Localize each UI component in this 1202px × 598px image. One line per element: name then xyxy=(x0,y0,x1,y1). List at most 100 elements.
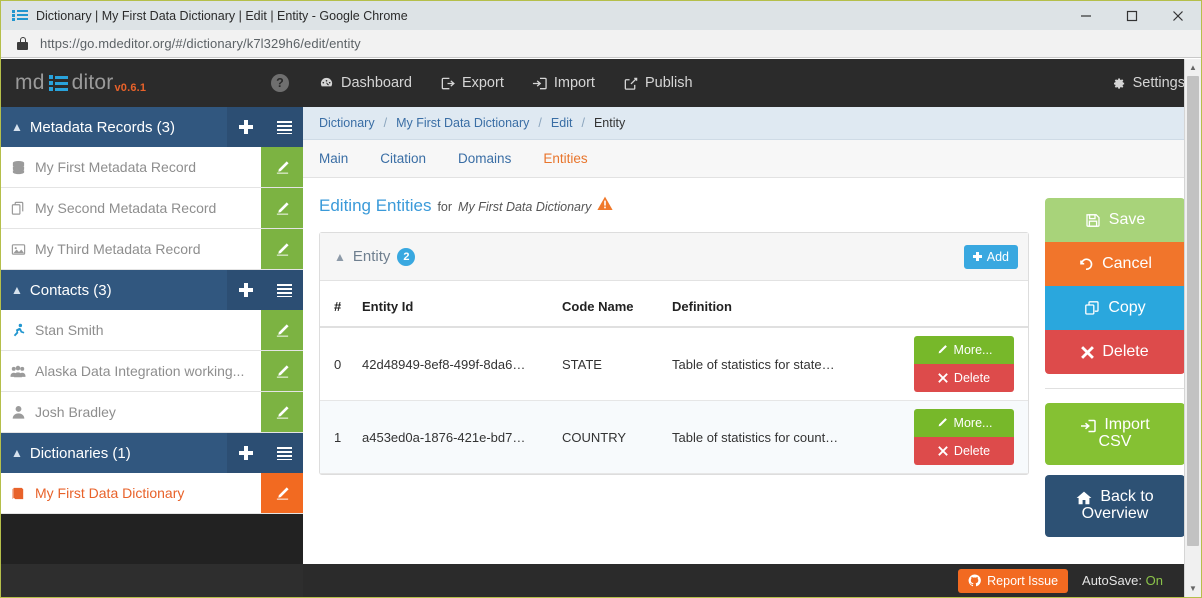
image-icon xyxy=(1,242,35,257)
autosave-status: AutoSave: On xyxy=(1082,573,1163,588)
sidebar-item-josh-bradley[interactable]: Josh Bradley xyxy=(1,392,303,433)
sidebar-item-alaska-data-integration[interactable]: Alaska Data Integration working... xyxy=(1,351,303,392)
edit-contact-button[interactable] xyxy=(261,310,303,350)
add-dictionary-button[interactable] xyxy=(227,433,265,473)
chevron-up-icon: ▲ xyxy=(11,120,23,134)
address-bar[interactable]: https://go.mdeditor.org/#/dictionary/k7l… xyxy=(1,30,1201,58)
breadcrumb-separator: / xyxy=(581,116,585,130)
nav-import[interactable]: Import xyxy=(532,75,595,91)
list-contacts-button[interactable] xyxy=(265,270,303,310)
back-overview-line1: Back to xyxy=(1076,488,1154,506)
entity-table-head: # Entity Id Code Name Definition xyxy=(320,281,1028,328)
sidebar-item-my-third-metadata-record[interactable]: My Third Metadata Record xyxy=(1,229,303,270)
nav-dashboard[interactable]: Dashboard xyxy=(319,75,412,91)
sidebar-item-stan-smith[interactable]: Stan Smith xyxy=(1,310,303,351)
secondary-action-group: Import CSV Back to Overview xyxy=(1045,403,1185,537)
x-icon xyxy=(1081,345,1095,359)
tab-bar: Main Citation Domains Entities xyxy=(303,140,1201,178)
table-row[interactable]: 0 42d48949-8ef8-499f-8da6… STATE Table o… xyxy=(320,327,1028,401)
entity-panel-title-group[interactable]: ▲ Entity 2 xyxy=(334,247,416,266)
list-icon xyxy=(48,74,68,92)
delete-row-button[interactable]: Delete xyxy=(914,437,1014,465)
nav-settings[interactable]: Settings xyxy=(1111,75,1185,91)
sidebar-item-my-first-data-dictionary[interactable]: My First Data Dictionary xyxy=(1,473,303,514)
edit-metadata-record-button[interactable] xyxy=(261,229,303,269)
minimize-icon[interactable] xyxy=(1063,1,1109,30)
edit-contact-button[interactable] xyxy=(261,392,303,432)
cancel-label: Cancel xyxy=(1102,254,1152,272)
copy-button[interactable]: Copy xyxy=(1045,286,1185,330)
edit-contact-button[interactable] xyxy=(261,351,303,391)
page-title-target: My First Data Dictionary xyxy=(458,200,592,214)
add-metadata-record-button[interactable] xyxy=(227,107,265,147)
sidebar-footer xyxy=(1,564,303,597)
sidebar-empty-space xyxy=(1,514,303,564)
delete-row-button[interactable]: Delete xyxy=(914,364,1014,392)
sidebar-item-label: Stan Smith xyxy=(35,322,104,338)
scroll-down-icon[interactable]: ▼ xyxy=(1185,580,1201,597)
cancel-button[interactable]: Cancel xyxy=(1045,242,1185,286)
edit-dictionary-button[interactable] xyxy=(261,473,303,513)
tab-citation[interactable]: Citation xyxy=(380,151,426,166)
report-issue-button[interactable]: Report Issue xyxy=(958,568,1069,593)
add-entity-button[interactable]: Add xyxy=(963,244,1018,269)
import-icon xyxy=(532,76,547,91)
delete-button[interactable]: Delete xyxy=(1045,330,1185,374)
close-icon[interactable] xyxy=(1155,1,1201,30)
save-button[interactable]: Save xyxy=(1045,198,1185,242)
pencil-icon xyxy=(936,417,948,429)
page-title: Editing Entities for My First Data Dicti… xyxy=(319,196,1029,216)
edit-metadata-record-button[interactable] xyxy=(261,188,303,228)
cell-actions: More... Delete xyxy=(906,400,1028,474)
entity-panel: ▲ Entity 2 Add # Entity Id Code Name Def… xyxy=(319,232,1029,475)
sidebar-item-my-first-metadata-record[interactable]: My First Metadata Record xyxy=(1,147,303,188)
import-icon xyxy=(1080,418,1097,434)
breadcrumb-item-my-first-data-dictionary[interactable]: My First Data Dictionary xyxy=(396,116,529,130)
sidebar-item-label: My Third Metadata Record xyxy=(35,241,201,257)
question-mark-icon[interactable]: ? xyxy=(271,74,289,92)
group-icon xyxy=(1,364,35,379)
sidebar-group-dictionaries[interactable]: ▲ Dictionaries (1) xyxy=(1,433,303,473)
nav-export[interactable]: Export xyxy=(440,75,504,91)
cell-num: 0 xyxy=(320,327,354,401)
plus-icon xyxy=(239,120,253,134)
more-label: More... xyxy=(953,343,993,357)
cell-code-name: STATE xyxy=(554,327,664,401)
tab-title: Dictionary | My First Data Dictionary | … xyxy=(36,8,408,23)
tab-main[interactable]: Main xyxy=(319,151,348,166)
page-scrollbar[interactable]: ▲ ▼ xyxy=(1184,59,1201,597)
list-metadata-records-button[interactable] xyxy=(265,107,303,147)
entity-panel-title: Entity xyxy=(352,248,391,265)
scrollbar-track[interactable] xyxy=(1185,76,1201,580)
sidebar-item-label: My First Data Dictionary xyxy=(35,485,185,501)
app-brand: md ditor v0.6.1 ? xyxy=(1,59,303,107)
column-header-definition: Definition xyxy=(664,281,906,328)
table-row[interactable]: 1 a453ed0a-1876-421e-bd7… COUNTRY Table … xyxy=(320,400,1028,474)
sidebar-item-my-second-metadata-record[interactable]: My Second Metadata Record xyxy=(1,188,303,229)
tab-entities[interactable]: Entities xyxy=(543,151,587,166)
tab-domains[interactable]: Domains xyxy=(458,151,511,166)
sidebar-group-contacts[interactable]: ▲ Contacts (3) xyxy=(1,270,303,310)
status-bar: Report Issue AutoSave: On xyxy=(303,564,1201,597)
breadcrumb-item-edit[interactable]: Edit xyxy=(551,116,573,130)
more-button[interactable]: More... xyxy=(914,336,1014,364)
scroll-up-icon[interactable]: ▲ xyxy=(1185,59,1201,76)
nav-publish[interactable]: Publish xyxy=(623,75,693,91)
person-icon xyxy=(1,405,35,420)
list-dictionaries-button[interactable] xyxy=(265,433,303,473)
scrollbar-thumb[interactable] xyxy=(1187,76,1199,546)
more-button[interactable]: More... xyxy=(914,409,1014,437)
edit-metadata-record-button[interactable] xyxy=(261,147,303,187)
breadcrumb-item-dictionary[interactable]: Dictionary xyxy=(319,116,375,130)
sidebar-group-title: Contacts (3) xyxy=(29,281,112,299)
column-header-entity-id: Entity Id xyxy=(354,281,554,328)
autosave-value: On xyxy=(1145,573,1163,588)
brand-prefix: md xyxy=(15,71,45,94)
maximize-icon[interactable] xyxy=(1109,1,1155,30)
back-to-overview-button[interactable]: Back to Overview xyxy=(1045,475,1185,537)
top-navigation: Dashboard Export Import Publish Settings xyxy=(303,59,1201,107)
cell-entity-id: 42d48949-8ef8-499f-8da6… xyxy=(354,327,554,401)
import-csv-button[interactable]: Import CSV xyxy=(1045,403,1185,465)
sidebar-group-metadata-records[interactable]: ▲ Metadata Records (3) xyxy=(1,107,303,147)
add-contact-button[interactable] xyxy=(227,270,265,310)
